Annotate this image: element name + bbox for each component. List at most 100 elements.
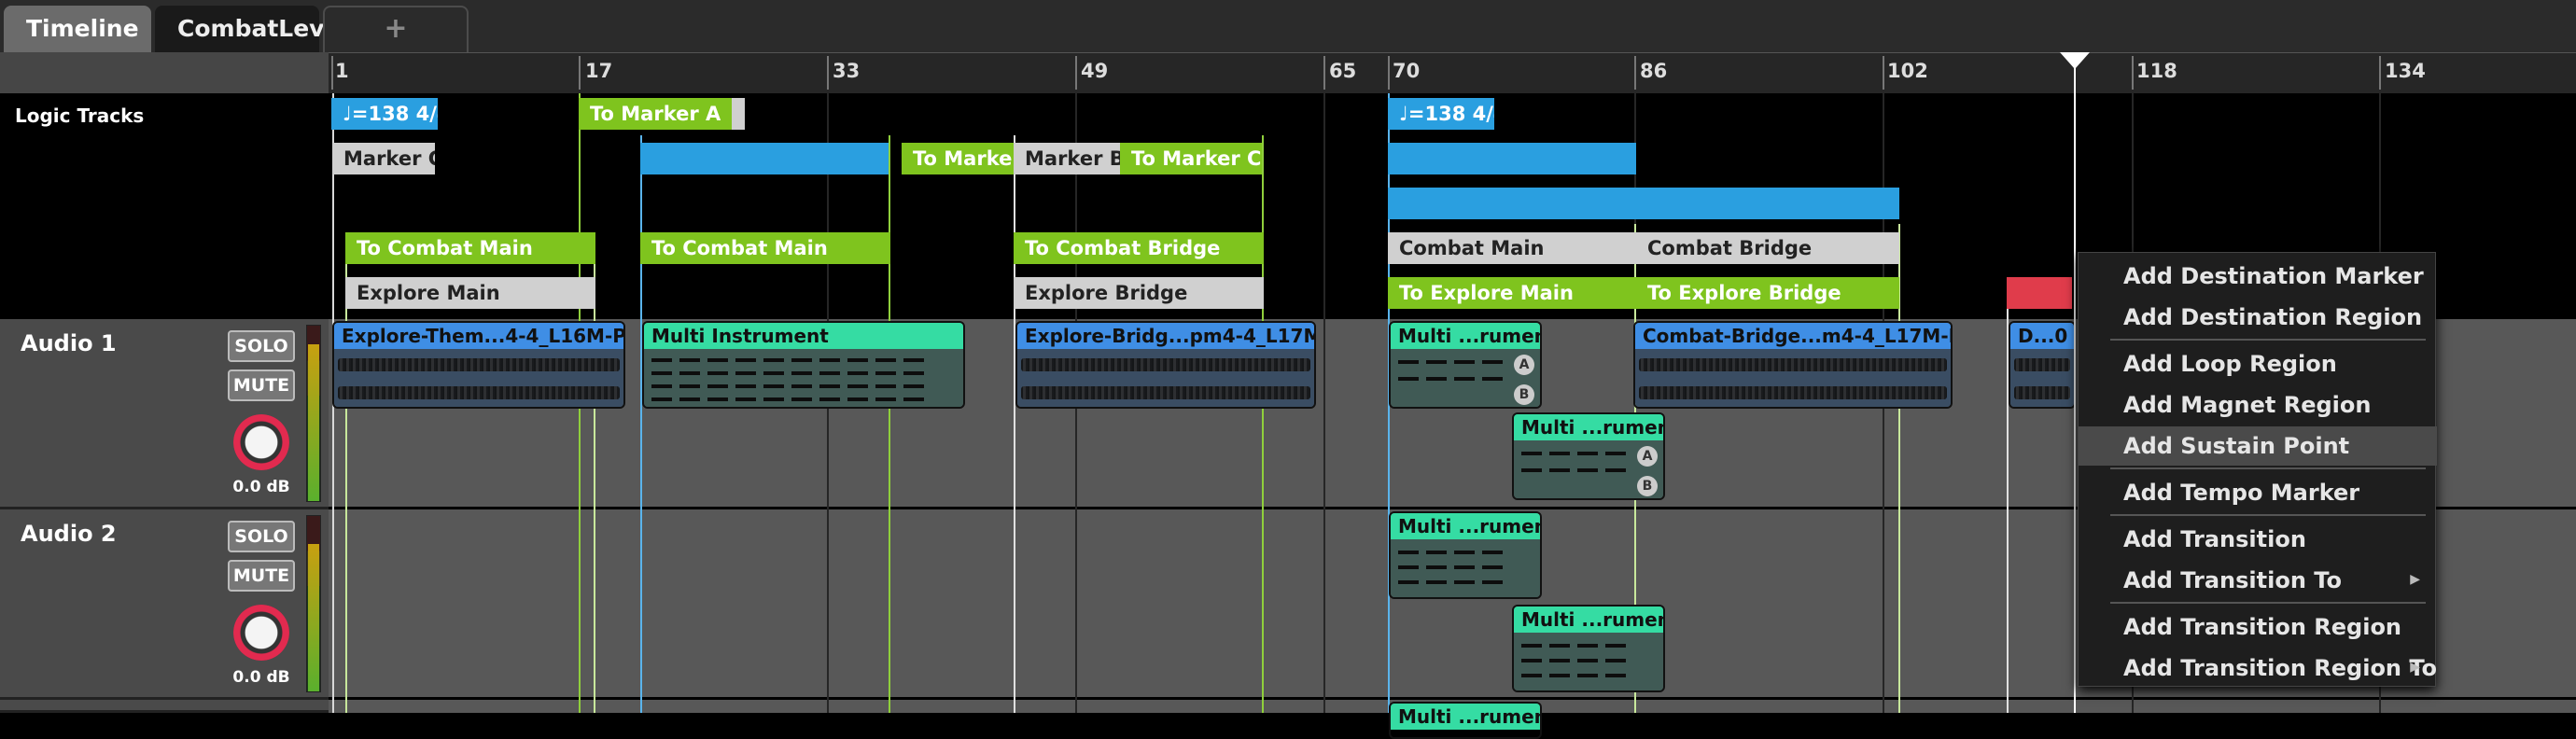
sustain-point-marker[interactable] — [2007, 277, 2072, 309]
ruler-tick-mark — [1388, 56, 1390, 90]
menu-item-add-destination-marker[interactable]: Add Destination Marker — [2079, 257, 2437, 296]
add-tab-button[interactable]: + — [323, 6, 469, 52]
waveform — [2014, 358, 2070, 371]
clip-title: Multi Instrument — [644, 323, 963, 349]
clip-title: D...0 — [2010, 323, 2074, 349]
menu-separator — [2110, 602, 2426, 604]
ruler-tick-label: 102 — [1887, 60, 1928, 82]
mute-button[interactable]: MUTE — [228, 560, 295, 592]
ruler-tick-mark — [2132, 56, 2134, 90]
menu-item-add-tempo-marker[interactable]: Add Tempo Marker — [2079, 473, 2437, 512]
transition-region-to-combat-main[interactable]: To Combat Main — [345, 232, 595, 264]
solo-button[interactable]: SOLO — [228, 330, 295, 362]
tab-timeline[interactable]: Timeline — [4, 6, 151, 52]
mute-button[interactable]: MUTE — [228, 370, 295, 401]
destination-region-combat-main[interactable]: Combat Main — [1388, 232, 1636, 264]
submenu-arrow-icon: ▶ — [2410, 660, 2420, 675]
waveform — [2014, 386, 2070, 399]
clip-body — [644, 349, 963, 407]
clip-title: Multi ...rument — [1391, 513, 1540, 539]
waveform — [1639, 386, 1947, 399]
audio-clip[interactable]: Explore-Them...4-4_L16M-P1M — [332, 321, 625, 409]
transition-region-to-combat-main[interactable]: To Combat Main — [640, 232, 890, 264]
midi-lane — [1398, 551, 1503, 554]
menu-item-add-transition-region-to[interactable]: Add Transition Region To — [2079, 648, 2437, 688]
menu-item-add-transition[interactable]: Add Transition — [2079, 520, 2437, 559]
waveform — [338, 386, 620, 399]
clip-body: A B — [1391, 349, 1540, 407]
multi-instrument-clip[interactable]: Multi ...rument A B — [1389, 321, 1542, 409]
waveform — [1021, 358, 1310, 371]
tab-combatlevel[interactable]: CombatLevel — [155, 6, 348, 52]
clip-body — [334, 349, 623, 407]
ruler-tick-label: 49 — [1081, 60, 1109, 82]
solo-button[interactable]: SOLO — [228, 521, 295, 552]
multi-instrument-clip[interactable]: Multi ...rument — [1512, 605, 1665, 692]
parameter-badge-b: B — [1514, 384, 1534, 405]
volume-knob[interactable] — [233, 605, 289, 661]
level-meter-fill — [308, 544, 319, 691]
transition-marker-to-marker-a[interactable]: To Marker A — [579, 98, 732, 130]
transition-region-to-explore-bridge[interactable]: To Explore Bridge — [1636, 277, 1899, 309]
clip-title: Multi ...rument — [1391, 323, 1540, 349]
menu-item-add-transition-region[interactable]: Add Transition Region — [2079, 607, 2437, 647]
waveform — [1021, 386, 1310, 399]
marker-line — [1014, 135, 1015, 713]
waveform — [1639, 358, 1947, 371]
multi-instrument-clip[interactable]: Multi ...rument — [1389, 702, 1542, 739]
destination-region-explore-main[interactable]: Explore Main — [345, 277, 595, 309]
tempo-marker[interactable]: ♩=138 4/4 — [331, 98, 438, 130]
destination-marker-c[interactable]: Marker C — [332, 143, 435, 174]
tempo-marker[interactable]: ♩=138 4/4 — [1388, 98, 1494, 130]
grid-line — [1323, 93, 1325, 713]
transition-marker-to-marker-c[interactable]: To Marker C — [1120, 143, 1262, 174]
clip-title: Multi ...rument — [1514, 607, 1663, 633]
parameter-badge-a: A — [1637, 446, 1658, 467]
menu-item-add-sustain-point[interactable]: Add Sustain Point — [2079, 426, 2437, 466]
menu-item-add-magnet-region[interactable]: Add Magnet Region — [2079, 385, 2437, 425]
marker-line — [889, 135, 890, 713]
volume-knob[interactable] — [233, 414, 289, 470]
menu-item-add-transition-to[interactable]: Add Transition To — [2079, 561, 2437, 600]
audio-clip[interactable]: Combat-Bridge...m4-4_L17M-P1B — [1633, 321, 1953, 409]
playhead-handle-icon[interactable] — [2060, 52, 2090, 69]
ruler-tick-label: 86 — [1640, 60, 1668, 82]
tab-bar: Timeline CombatLevel + — [0, 0, 2576, 52]
clip-body — [1017, 349, 1314, 407]
menu-item-add-loop-region[interactable]: Add Loop Region — [2079, 344, 2437, 383]
menu-item-add-destination-region[interactable]: Add Destination Region — [2079, 298, 2437, 337]
audio-clip[interactable]: Explore-Bridg...pm4-4_L17M-P0 — [1015, 321, 1316, 409]
clip-title: Combat-Bridge...m4-4_L17M-P1B — [1635, 323, 1951, 349]
menu-separator — [2110, 467, 2426, 469]
multi-instrument-clip[interactable]: Multi ...rument — [1389, 511, 1542, 599]
midi-lane — [1521, 468, 1626, 472]
track-header-audio-1[interactable]: Audio 1 SOLO MUTE 0.0 dB — [0, 319, 329, 509]
destination-region-explore-bridge[interactable]: Explore Bridge — [1014, 277, 1264, 309]
timeline-ruler[interactable] — [0, 52, 2576, 93]
transition-region-to-combat-bridge[interactable]: To Combat Bridge — [1014, 232, 1264, 264]
midi-lane — [1521, 659, 1626, 662]
loop-region[interactable] — [1388, 143, 1636, 174]
loop-region[interactable] — [1388, 188, 1899, 219]
midi-lane — [1521, 452, 1626, 455]
track-header-audio-3[interactable] — [0, 700, 329, 713]
track-name: Audio 2 — [21, 521, 117, 547]
ruler-tick-label: 65 — [1329, 60, 1357, 82]
midi-lane — [1398, 360, 1503, 364]
midi-lane — [1398, 565, 1503, 569]
level-meter — [306, 325, 321, 502]
multi-instrument-clip[interactable]: Multi ...rument A B — [1512, 412, 1665, 500]
level-meter — [306, 515, 321, 692]
track-header-audio-2[interactable]: Audio 2 SOLO MUTE 0.0 dB — [0, 509, 329, 700]
clip-body: A B — [1514, 440, 1663, 498]
clip-body — [2010, 349, 2074, 407]
multi-instrument-clip[interactable]: Multi Instrument — [642, 321, 965, 409]
loop-region[interactable] — [640, 143, 889, 174]
destination-region-combat-bridge[interactable]: Combat Bridge — [1636, 232, 1899, 264]
audio-clip[interactable]: D...0 — [2009, 321, 2076, 409]
playhead-line[interactable] — [2074, 52, 2076, 713]
transition-marker-to-marker[interactable]: To Marker — [902, 143, 1014, 174]
transition-region-to-explore-main[interactable]: To Explore Main — [1388, 277, 1636, 309]
ruler-tick-label: 1 — [335, 60, 349, 82]
destination-marker-b[interactable]: Marker B — [1014, 143, 1120, 174]
